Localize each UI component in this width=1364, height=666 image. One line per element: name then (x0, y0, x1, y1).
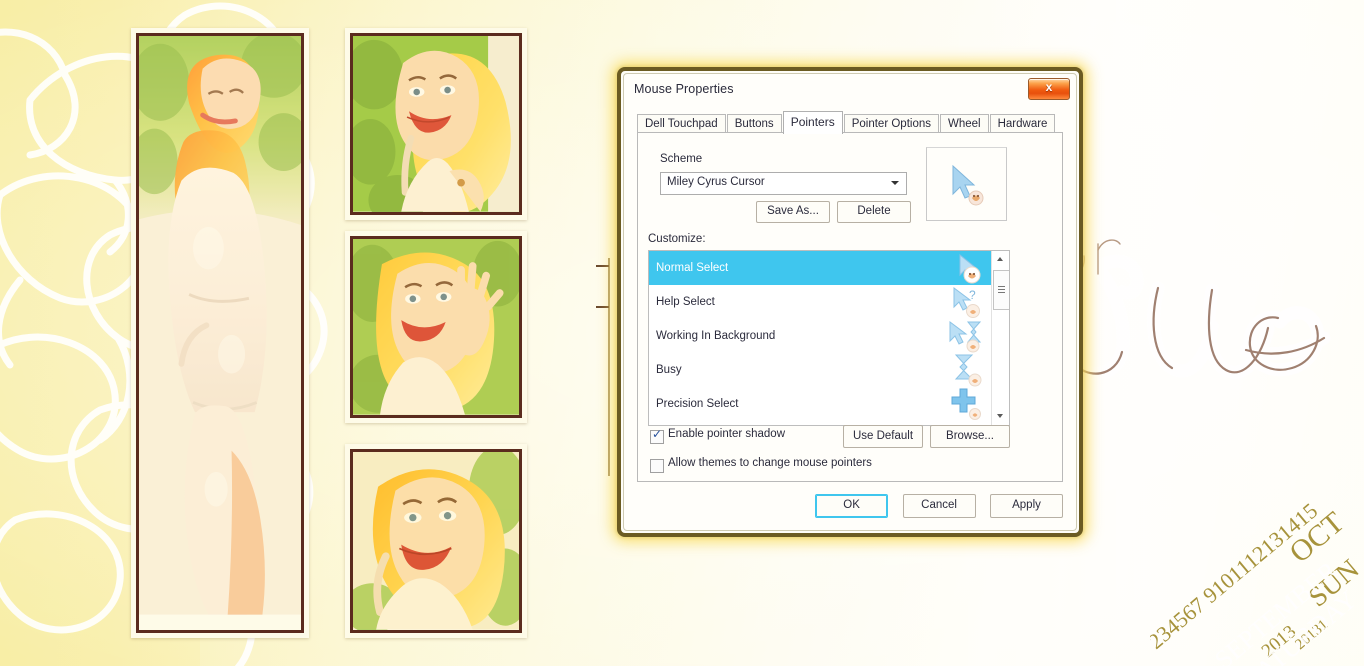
mouse-properties-dialog: Mouse Properties x Dell Touchpad Buttons… (617, 67, 1083, 537)
tab-container: Dell Touchpad Buttons Pointers Pointer O… (637, 111, 1063, 482)
wallpaper-calendar-text: 234567 9101112131415 OCT SUN 2013 20131 … (1150, 500, 1364, 666)
enable-pointer-shadow-checkbox[interactable] (650, 427, 664, 444)
photo-frame-inner (350, 449, 522, 633)
close-icon[interactable]: x (1028, 78, 1070, 100)
cursor-preview-icon (952, 164, 984, 206)
photo-frame-inner (350, 33, 522, 215)
photo-portrait-closeup (345, 444, 527, 638)
photo-portrait-smiling (345, 28, 527, 220)
allow-themes-checkbox[interactable] (650, 459, 664, 473)
allow-themes-label: Allow themes to change mouse pointers (668, 457, 872, 469)
cursor-working-background-icon (949, 321, 982, 353)
photo-frame-inner (350, 236, 522, 418)
list-item-busy[interactable]: Busy (649, 353, 992, 387)
photo-image (353, 452, 519, 630)
tab-buttons[interactable]: Buttons (726, 114, 782, 133)
cursor-list-items: Normal Select Help Select ? Working In B… (649, 251, 992, 425)
cursor-help-select-icon: ? (953, 287, 980, 318)
tab-pointer-options[interactable]: Pointer Options (843, 114, 939, 133)
customize-label: Customize: (648, 233, 706, 245)
photo-image (353, 239, 519, 415)
background-window-edge (608, 258, 610, 476)
chevron-up-icon (997, 257, 1003, 261)
tab-strip: Dell Touchpad Buttons Pointers Pointer O… (637, 111, 1056, 134)
close-label: x (1045, 80, 1053, 94)
scrollbar-grip-icon (998, 286, 1005, 293)
dialog-title: Mouse Properties (634, 82, 734, 96)
browse-button[interactable]: Browse... (930, 425, 1010, 448)
dialog-inner-frame: Mouse Properties x Dell Touchpad Buttons… (623, 73, 1077, 531)
svg-text:?: ? (969, 288, 976, 302)
wallpaper-script-text (1050, 234, 1331, 381)
scheme-label: Scheme (660, 153, 703, 165)
list-item-label: Working In Background (656, 330, 776, 342)
cursor-list-scrollbar[interactable] (991, 251, 1009, 425)
cursor-normal-select-icon (959, 253, 981, 284)
list-item-help-select[interactable]: Help Select ? (649, 285, 992, 319)
list-item-precision-select[interactable]: Precision Select (649, 387, 992, 421)
list-item-label: Busy (656, 364, 682, 376)
tab-pointers[interactable]: Pointers (782, 111, 843, 134)
background-window-tick (596, 306, 609, 308)
scheme-dropdown[interactable]: Miley Cyrus Cursor (660, 172, 907, 195)
list-item-label: Help Select (656, 296, 715, 308)
cursor-preview-pane (926, 147, 1007, 221)
tab-wheel[interactable]: Wheel (939, 114, 989, 133)
photo-portrait-waving (345, 231, 527, 423)
dialog-titlebar[interactable]: Mouse Properties x (624, 74, 1076, 107)
scroll-up-button[interactable] (992, 251, 1009, 268)
scrollbar-thumb[interactable] (993, 270, 1009, 310)
chevron-down-icon (997, 414, 1003, 418)
scheme-value: Miley Cyrus Cursor (667, 176, 765, 188)
use-default-button[interactable]: Use Default (843, 425, 923, 448)
cursor-precision-select-icon (951, 388, 981, 420)
photo-image (139, 36, 301, 615)
photo-frame-inner (136, 33, 304, 633)
list-item-label: Normal Select (656, 262, 729, 274)
cursor-list[interactable]: Normal Select Help Select ? Working In B… (648, 250, 1010, 426)
background-window-tick (596, 265, 609, 267)
ok-button[interactable]: OK (815, 494, 889, 518)
apply-button[interactable]: Apply (990, 494, 1063, 518)
dialog-footer: OK Cancel Apply (805, 494, 1063, 518)
list-item-working-in-background[interactable]: Working In Background (649, 319, 992, 353)
scroll-down-button[interactable] (992, 408, 1009, 425)
cursor-busy-icon (954, 354, 982, 387)
tab-hardware[interactable]: Hardware (989, 114, 1056, 133)
enable-pointer-shadow-label: Enable pointer shadow (668, 428, 785, 440)
delete-button[interactable]: Delete (837, 201, 911, 223)
photo-image (353, 36, 519, 212)
save-as-button[interactable]: Save As... (756, 201, 830, 223)
list-item-label: Precision Select (656, 398, 739, 410)
tab-panel-pointers: Scheme Miley Cyrus Cursor Save As... Del… (637, 132, 1063, 482)
tab-dell-touchpad[interactable]: Dell Touchpad (637, 114, 726, 133)
chevron-down-icon (891, 181, 899, 185)
list-item-normal-select[interactable]: Normal Select (649, 251, 992, 285)
photo-full-length (131, 28, 309, 638)
cancel-button[interactable]: Cancel (902, 494, 976, 518)
